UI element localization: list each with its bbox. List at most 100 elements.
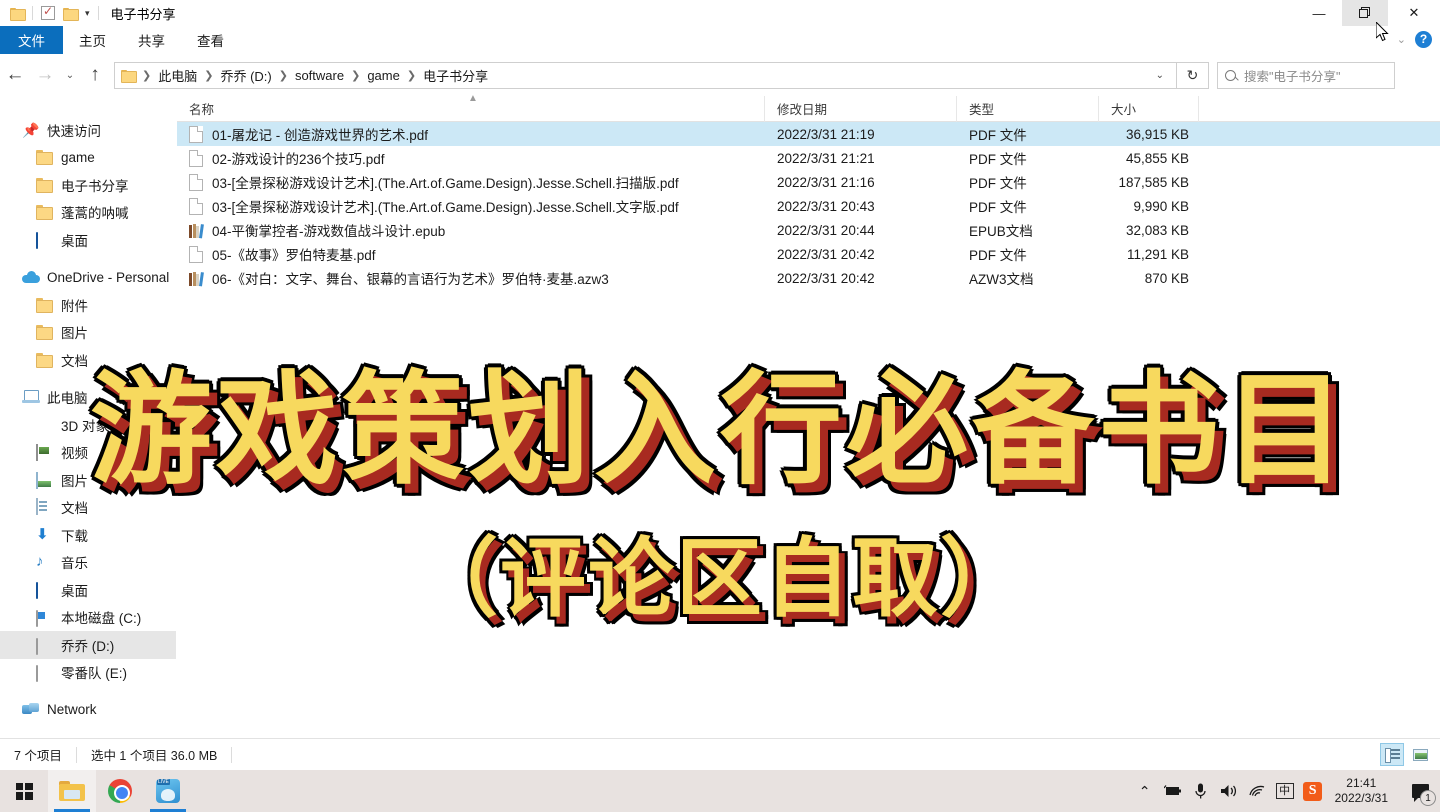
- qat-divider-2: [97, 6, 99, 20]
- live-app-icon: [156, 779, 180, 803]
- file-type: PDF 文件: [969, 248, 1027, 263]
- tab-share[interactable]: 共享: [122, 26, 181, 54]
- tray-overflow-button[interactable]: ⌃: [1131, 770, 1159, 812]
- sidebar-group-quick-access[interactable]: 📌 快速访问: [0, 116, 176, 144]
- close-button[interactable]: ✕: [1388, 0, 1440, 26]
- table-row[interactable]: 06-《对白：文字、舞台、银幕的言语行为艺术》罗伯特·麦基.azw3 2022/…: [177, 266, 1440, 290]
- sidebar-item-local-disk-c[interactable]: 本地磁盘 (C:): [0, 604, 176, 632]
- chevron-down-icon[interactable]: ⌄: [1150, 70, 1170, 81]
- details-view-button[interactable]: [1380, 743, 1404, 766]
- file-date: 2022/3/31 21:21: [777, 150, 875, 166]
- breadcrumb-item-current[interactable]: 电子书分享: [420, 66, 491, 85]
- drive-icon: [36, 637, 54, 655]
- qat-new-folder-button[interactable]: [59, 2, 81, 24]
- file-type: PDF 文件: [969, 200, 1027, 215]
- sidebar-item-music[interactable]: ♪ 音乐: [0, 549, 176, 577]
- ime-chinese-label: 中: [1275, 783, 1294, 799]
- sidebar-group-network[interactable]: Network: [0, 696, 176, 724]
- sidebar-group-onedrive[interactable]: OneDrive - Personal: [0, 264, 176, 292]
- sidebar-label: Network: [47, 702, 97, 718]
- folder-icon: [36, 177, 54, 193]
- navigation-pane: 📌 快速访问 game 电子书分享 蓬蒿的呐喊 桌面 OneDrive - Pe…: [0, 94, 176, 738]
- taskbar: ⌃: [0, 770, 1440, 812]
- file-date: 2022/3/31 20:43: [777, 198, 875, 214]
- file-size: 11,291 KB: [1126, 246, 1189, 262]
- volume-icon[interactable]: [1215, 770, 1243, 812]
- sidebar-item-drive-e[interactable]: 零番队 (E:): [0, 659, 176, 687]
- table-row[interactable]: 04-平衡掌控者-游戏数值战斗设计.epub 2022/3/31 20:44 E…: [177, 218, 1440, 242]
- notification-center-button[interactable]: 1: [1400, 770, 1440, 812]
- sidebar-label: 桌面: [61, 233, 88, 249]
- sidebar-group-this-pc[interactable]: 此电脑: [0, 384, 176, 412]
- sidebar-item-desktop[interactable]: 桌面: [0, 576, 176, 604]
- taskbar-live-app[interactable]: [144, 770, 192, 812]
- ebook-file-icon: [189, 224, 204, 239]
- sidebar-item-attachments[interactable]: 附件: [0, 291, 176, 319]
- large-icons-view-button[interactable]: [1408, 743, 1432, 766]
- sidebar-item-documents-od[interactable]: 文档: [0, 346, 176, 374]
- sidebar-item-3d-objects[interactable]: 3D 对象: [0, 411, 176, 439]
- sidebar-item-ebook-share[interactable]: 电子书分享: [0, 171, 176, 199]
- table-row[interactable]: 03-[全景探秘游戏设计艺术].(The.Art.of.Game.Design)…: [177, 170, 1440, 194]
- sogou-ime-icon[interactable]: S: [1299, 770, 1327, 812]
- sidebar-label: 下载: [61, 528, 88, 544]
- sidebar-item-penghao[interactable]: 蓬蒿的呐喊: [0, 199, 176, 227]
- pc-icon: [22, 389, 40, 405]
- minimize-button[interactable]: —: [1296, 0, 1342, 26]
- file-name-cell: 03-[全景探秘游戏设计艺术].(The.Art.of.Game.Design)…: [177, 172, 765, 192]
- table-row[interactable]: 02-游戏设计的236个技巧.pdf 2022/3/31 21:21 PDF 文…: [177, 146, 1440, 170]
- refresh-button[interactable]: ↻: [1177, 61, 1209, 89]
- tab-view[interactable]: 查看: [181, 26, 240, 54]
- column-header-date[interactable]: 修改日期: [765, 95, 957, 122]
- column-header-size[interactable]: 大小: [1099, 95, 1199, 122]
- sidebar-item-pictures-od[interactable]: 图片: [0, 319, 176, 347]
- table-row[interactable]: 03-[全景探秘游戏设计艺术].(The.Art.of.Game.Design)…: [177, 194, 1440, 218]
- sidebar-item-drive-d[interactable]: 乔乔 (D:): [0, 631, 176, 659]
- start-button[interactable]: [0, 770, 48, 812]
- tab-file[interactable]: 文件: [0, 26, 63, 54]
- breadcrumb-item-game[interactable]: game: [364, 68, 403, 83]
- table-row[interactable]: 05-《故事》罗伯特麦基.pdf 2022/3/31 20:42 PDF 文件 …: [177, 242, 1440, 266]
- breadcrumb-item-drive-d[interactable]: 乔乔 (D:): [217, 66, 274, 85]
- ribbon-help-row: ⌄ ?: [1397, 26, 1432, 52]
- taskbar-google-chrome[interactable]: [96, 770, 144, 812]
- sidebar-item-desktop-qa[interactable]: 桌面: [0, 226, 176, 254]
- music-icon: ♪: [36, 553, 44, 571]
- battery-icon[interactable]: [1159, 770, 1187, 812]
- ime-indicator[interactable]: 中: [1271, 770, 1299, 812]
- qat-checkbox-button[interactable]: [37, 2, 59, 24]
- tab-home[interactable]: 主页: [63, 26, 122, 54]
- sidebar-item-pictures[interactable]: 图片: [0, 466, 176, 494]
- sidebar-item-game[interactable]: game: [0, 144, 176, 172]
- file-name: 01-屠龙记 - 创造游戏世界的艺术.pdf: [212, 128, 429, 143]
- column-header-name[interactable]: 名称 ▲: [177, 94, 765, 122]
- column-header-type[interactable]: 类型: [957, 95, 1099, 122]
- up-button[interactable]: ↑: [80, 58, 110, 92]
- search-input[interactable]: 搜索"电子书分享": [1217, 61, 1395, 89]
- breadcrumb[interactable]: ❯ 此电脑 ❯ 乔乔 (D:) ❯ software ❯ game ❯ 电子书分…: [114, 61, 1177, 89]
- sidebar-item-videos[interactable]: 视频: [0, 439, 176, 467]
- help-icon[interactable]: ?: [1415, 30, 1432, 48]
- file-type: AZW3文档: [969, 272, 1034, 287]
- column-label: 名称: [189, 103, 215, 117]
- sidebar-item-downloads[interactable]: ⬇ 下载: [0, 521, 176, 549]
- recent-locations-button[interactable]: ⌄: [60, 58, 80, 92]
- wifi-icon[interactable]: [1243, 770, 1271, 812]
- sidebar-item-documents[interactable]: 文档: [0, 494, 176, 522]
- folder-icon: [36, 204, 54, 220]
- back-button[interactable]: ←: [0, 58, 30, 92]
- breadcrumb-item-this-pc[interactable]: 此电脑: [155, 66, 200, 85]
- table-row[interactable]: 01-屠龙记 - 创造游戏世界的艺术.pdf 2022/3/31 21:19 P…: [177, 122, 1440, 146]
- forward-button[interactable]: →: [30, 58, 60, 92]
- windows-logo-icon: [15, 782, 33, 800]
- network-icon: [22, 702, 40, 718]
- taskbar-file-explorer[interactable]: [48, 770, 96, 812]
- microphone-icon[interactable]: [1187, 770, 1215, 812]
- qat-folder-properties-button[interactable]: [6, 2, 28, 24]
- file-date: 2022/3/31 21:19: [777, 126, 875, 142]
- breadcrumb-item-software[interactable]: software: [292, 68, 347, 83]
- chevron-down-icon[interactable]: ⌄: [1397, 33, 1406, 46]
- chevron-down-icon[interactable]: ▾: [81, 8, 94, 19]
- clock[interactable]: 21:41 2022/3/31: [1327, 776, 1400, 806]
